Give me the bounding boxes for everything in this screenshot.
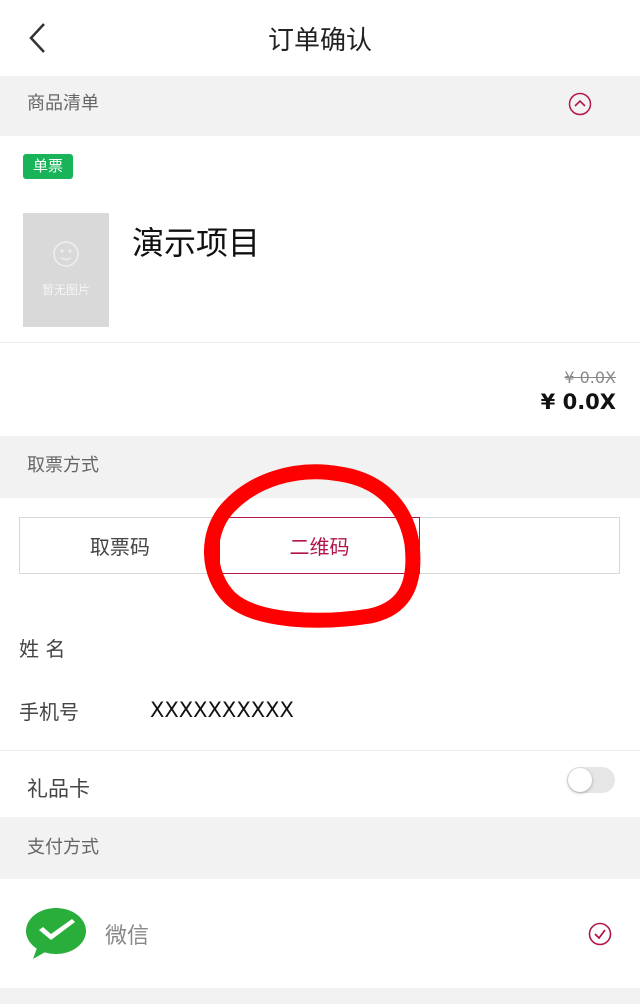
name-label: 姓 名 [19,637,66,661]
tab-spacer [419,518,619,573]
tab-pickup-code[interactable]: 取票码 [20,518,220,573]
top-bar: 订单确认 [0,0,640,76]
ticket-method-tabs: 取票码 二维码 [19,517,620,574]
payment-row[interactable] [0,879,640,988]
phone-input[interactable]: XXXXXXXXXX [150,698,294,722]
ticket-type-badge: 单票 [23,154,73,179]
goods-section-title: 商品清单 [27,93,99,114]
collapse-icon[interactable] [568,92,592,116]
tab-qr-code[interactable]: 二维码 [218,517,421,574]
payment-method-name: 微信 [105,924,150,949]
ticket-section-header: 取票方式 [0,436,640,498]
payment-section-header: 支付方式 [0,817,640,879]
gift-card-label: 礼品卡 [27,777,90,801]
final-price: ¥ 0.0X [540,390,616,414]
selected-check-icon[interactable] [588,922,612,946]
product-name: 演示项目 [132,224,261,262]
phone-label: 手机号 [19,700,79,724]
image-placeholder-icon [53,241,79,267]
thumbnail-placeholder-text: 暂无图片 [41,283,90,297]
ticket-section-title: 取票方式 [27,455,99,476]
toggle-knob [568,768,592,792]
payment-section-title: 支付方式 [27,837,99,858]
gift-card-row [0,751,640,817]
gift-card-toggle[interactable] [567,767,615,793]
original-price: ¥ 0.0X [564,368,616,387]
goods-section-header[interactable]: 商品清单 [0,76,640,136]
page-title: 订单确认 [267,26,372,56]
product-thumbnail: 暂无图片 [23,213,109,327]
name-input[interactable] [150,633,610,663]
wechat-icon [25,906,87,960]
